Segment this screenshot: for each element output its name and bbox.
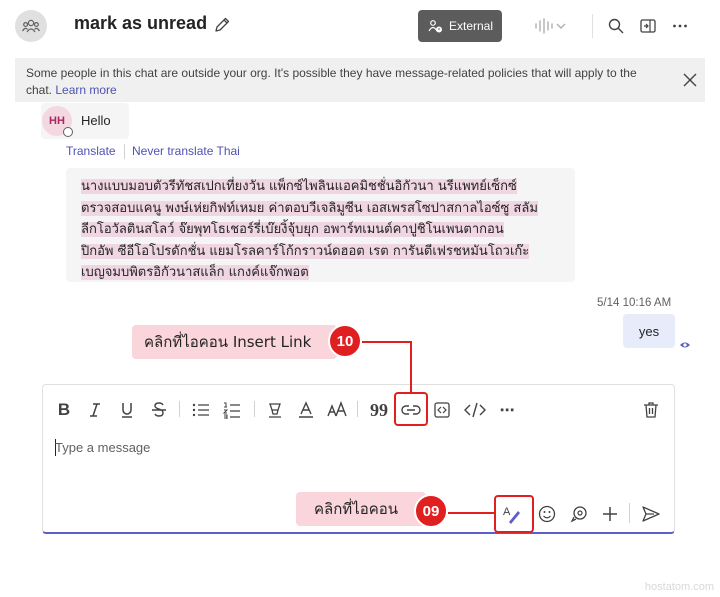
bulleted-list-icon[interactable] <box>191 398 211 422</box>
format-highlight <box>494 495 534 533</box>
group-people-icon <box>22 19 40 33</box>
font-color-icon[interactable] <box>296 398 316 422</box>
callout-connector <box>362 341 412 343</box>
insert-link-callout: คลิกที่ไอคอน Insert Link <box>132 325 337 359</box>
thai-line: นางแบบมอบตัวรีทัชสเปกเที่ยงวัน แพ็กซ์ไพล… <box>81 179 517 194</box>
loop-component-icon[interactable] <box>568 502 590 526</box>
thai-line: ปิกอัพ ซีอีโอโปรดักชั่น แยมโรลคาร์โก้กรา… <box>81 243 530 259</box>
translate-divider <box>124 144 125 159</box>
message-input[interactable]: Type a message <box>55 440 150 455</box>
thai-line: ลีกโอวัลตินสโลว์ จ๊ยพุทโธเชอร์รี่เบ๊ยงิ้… <box>81 222 504 237</box>
close-icon[interactable] <box>681 71 699 89</box>
toolbar-divider <box>254 401 255 417</box>
highlight-icon[interactable] <box>265 398 285 422</box>
add-icon[interactable] <box>599 502 621 526</box>
never-translate-link[interactable]: Never translate Thai <box>132 144 240 158</box>
audio-wave-icon <box>535 18 566 34</box>
code-snippet-icon[interactable] <box>432 398 452 422</box>
toolbar-divider <box>357 401 358 417</box>
send-icon[interactable] <box>640 502 662 526</box>
thai-line: เบญจมบพิตรอิกัวนาสแล็ก แกงค์แจ๊กพอต <box>81 265 309 280</box>
external-people-icon <box>428 20 442 33</box>
external-button[interactable]: External <box>418 10 502 42</box>
learn-more-link[interactable]: Learn more <box>55 83 116 97</box>
thai-message-text: นางแบบมอบตัวรีทัชสเปกเที่ยงวัน แพ็กซ์ไพล… <box>81 176 561 284</box>
header-divider <box>592 14 593 38</box>
toolbar-divider <box>629 503 630 523</box>
message-text: Hello <box>81 113 111 128</box>
more-formatting-icon[interactable]: ⋯ <box>497 398 517 422</box>
strikethrough-icon[interactable] <box>150 398 168 422</box>
thai-line: ตรวจสอบแคนู พงษ์เห่ยกิฟท์เหมย ค่าตอบวีเจ… <box>81 200 538 216</box>
message-bubble-yes[interactable]: yes <box>623 314 675 348</box>
code-icon[interactable] <box>464 398 486 422</box>
step-badge-10: 10 <box>328 324 362 358</box>
callout-connector <box>448 512 494 514</box>
numbered-list-icon[interactable] <box>222 398 242 422</box>
more-options-icon[interactable] <box>670 16 690 36</box>
italic-icon[interactable] <box>86 398 104 422</box>
font-size-icon[interactable] <box>327 398 349 422</box>
group-avatar[interactable] <box>15 10 47 42</box>
open-pane-icon[interactable] <box>638 16 658 36</box>
underline-icon[interactable] <box>118 398 136 422</box>
external-label: External <box>448 19 494 33</box>
translate-link[interactable]: Translate <box>66 144 116 158</box>
insert-link-highlight <box>394 392 428 426</box>
callout-label: คลิกที่ไอคอน Insert Link <box>144 333 312 351</box>
format-callout: คลิกที่ไอคอน <box>296 492 426 526</box>
callout-label: คลิกที่ไอคอน <box>314 500 399 518</box>
search-icon[interactable] <box>606 16 626 36</box>
callout-connector <box>410 341 412 393</box>
chat-title: mark as unread <box>74 13 208 33</box>
delete-icon[interactable] <box>641 398 661 422</box>
emoji-icon[interactable] <box>536 502 558 526</box>
external-org-banner: Some people in this chat are outside you… <box>15 58 705 102</box>
seen-eye-icon <box>679 336 691 348</box>
presence-status-icon <box>63 127 73 137</box>
message-timestamp: 5/14 10:16 AM <box>597 297 672 309</box>
watermark: hostatom.com <box>644 581 714 593</box>
bold-icon[interactable]: B <box>55 398 73 422</box>
quote-icon[interactable]: 99 <box>369 398 389 422</box>
toolbar-divider <box>179 401 180 417</box>
step-badge-09: 09 <box>414 494 448 528</box>
edit-icon[interactable] <box>213 16 231 34</box>
call-dropdown[interactable] <box>533 16 569 36</box>
banner-text: Some people in this chat are outside you… <box>26 66 637 97</box>
